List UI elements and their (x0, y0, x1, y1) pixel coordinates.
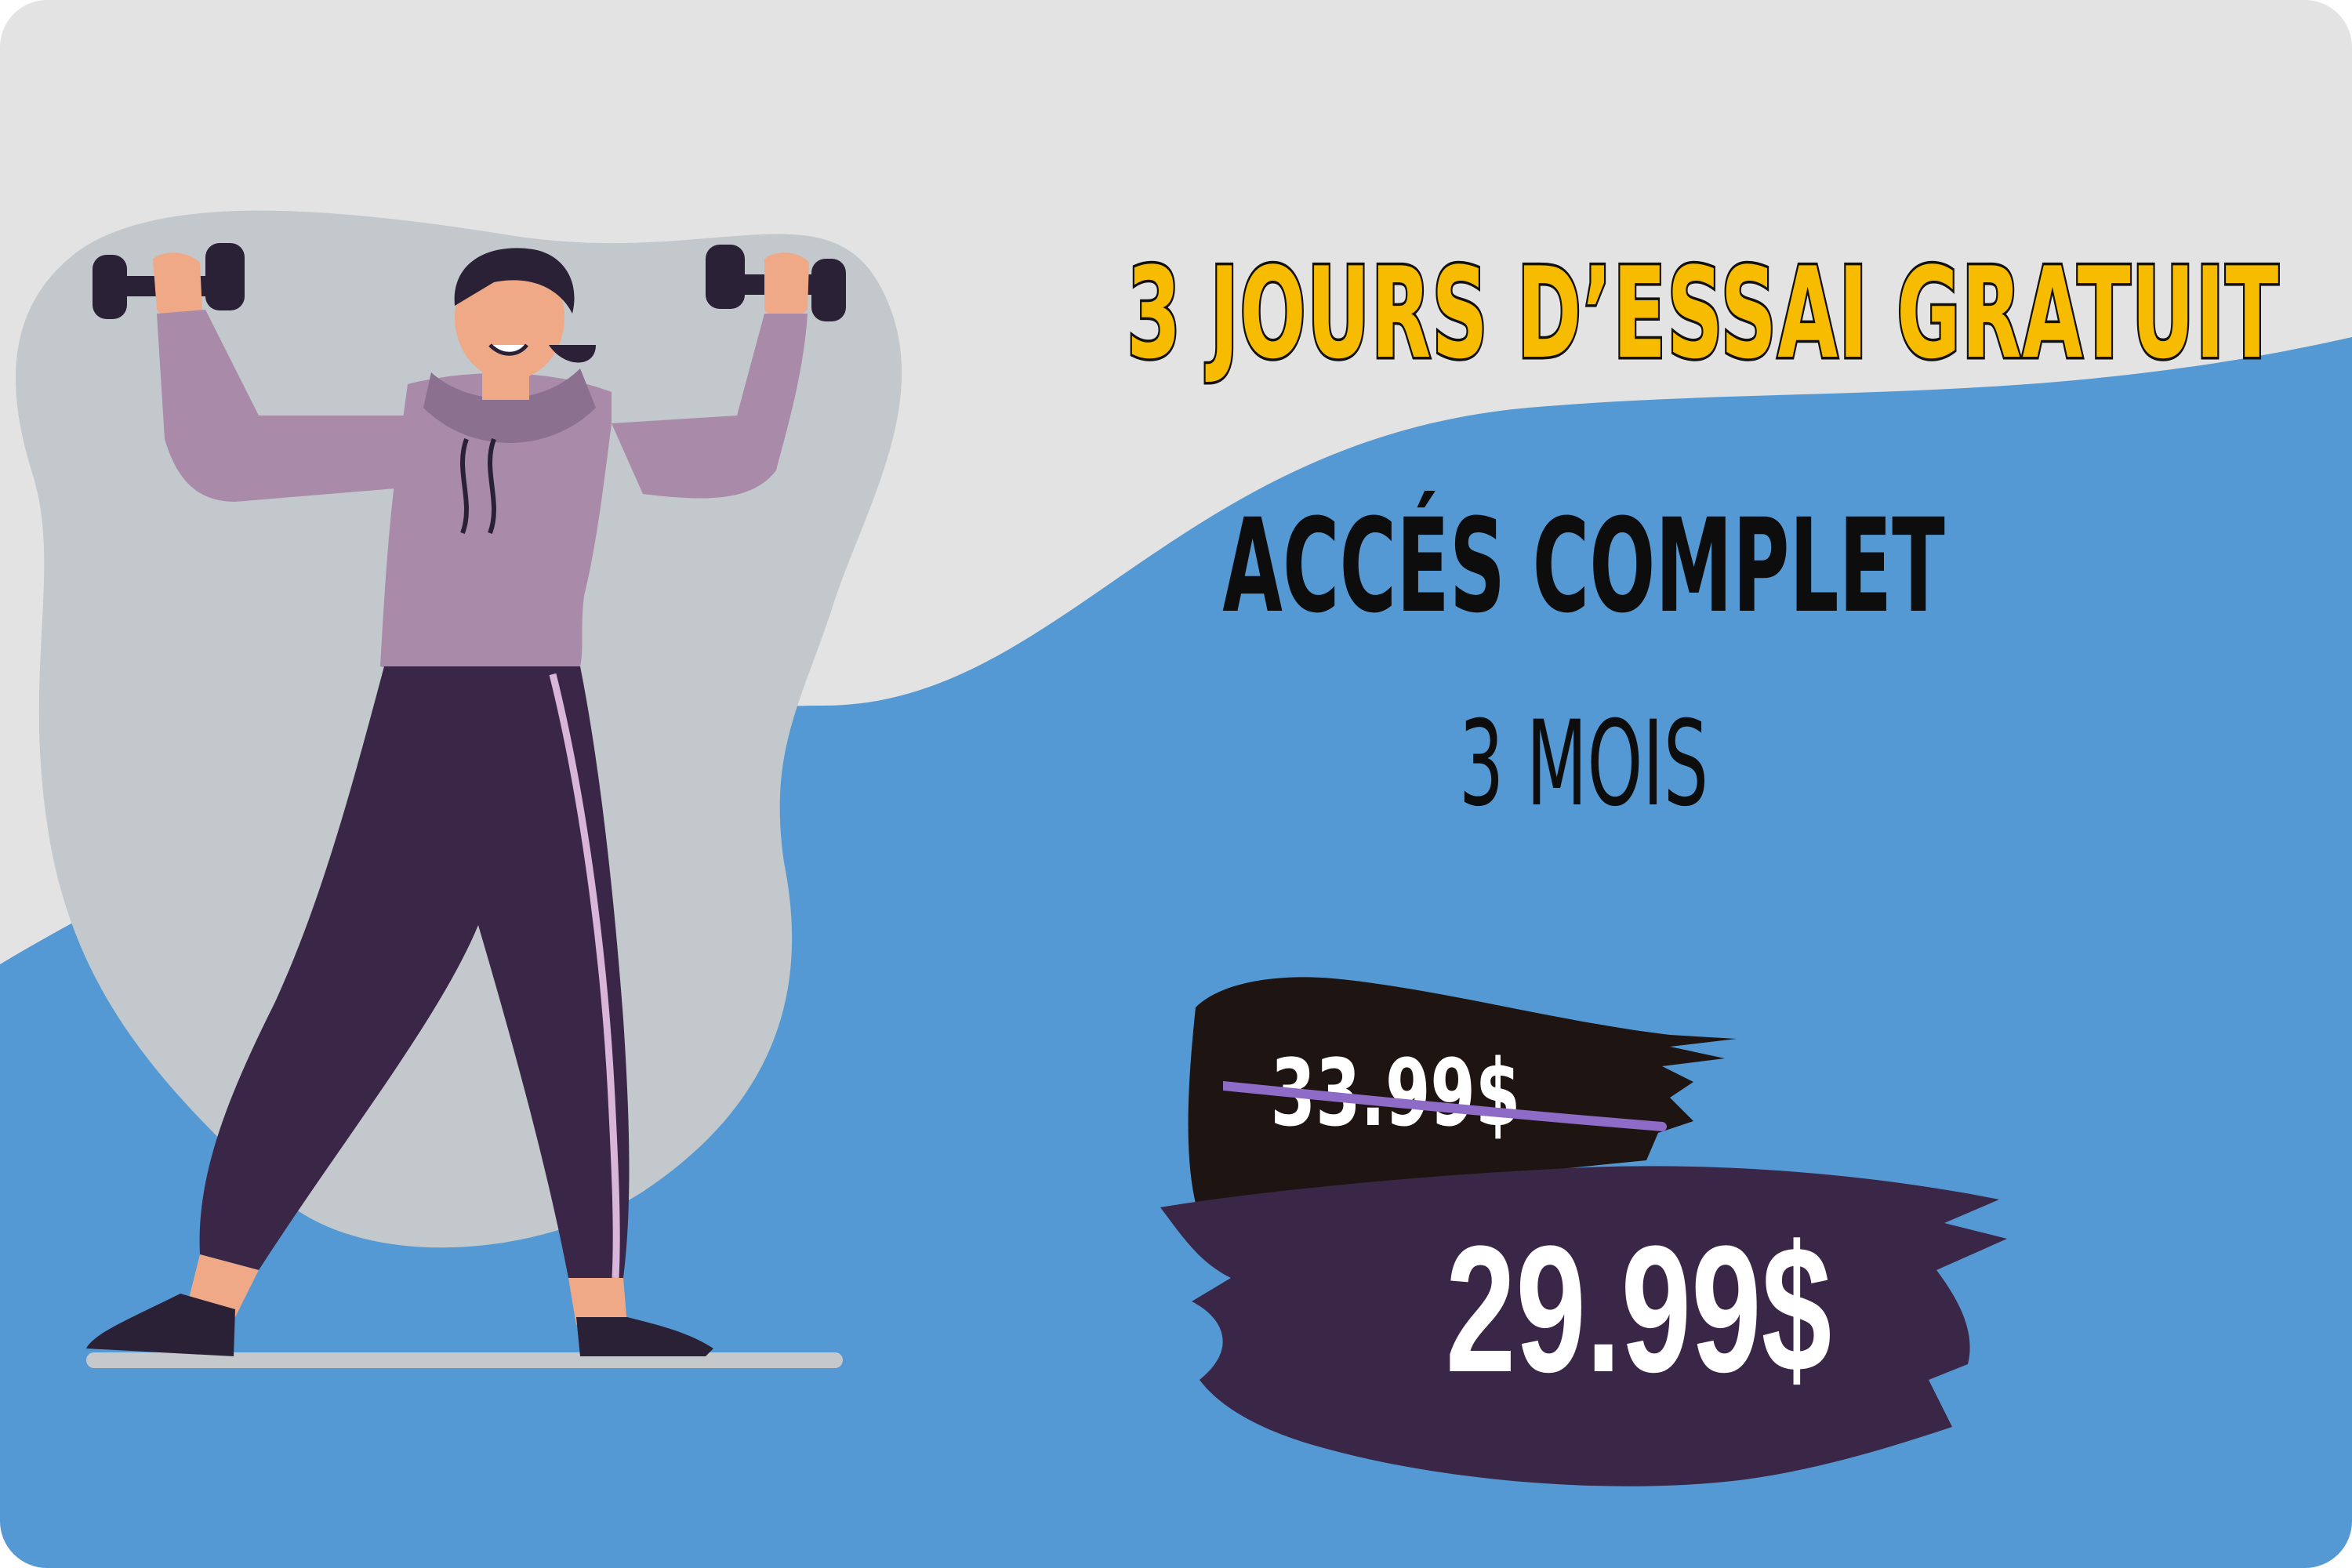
duration-label: 3 MOIS (1458, 696, 1709, 833)
new-price: 29.99$ (1445, 1208, 1832, 1410)
floor-mat (86, 1352, 843, 1368)
access-label: ACCÉS COMPLET (1222, 491, 1945, 641)
headline-free-trial: 3 JOURS D’ESSAI GRATUIT (1125, 240, 2280, 387)
promo-card: 3 JOURS D’ESSAI GRATUIT ACCÉS COMPLET 3 … (0, 0, 2352, 1568)
price-strikethrough (1223, 1081, 1667, 1131)
